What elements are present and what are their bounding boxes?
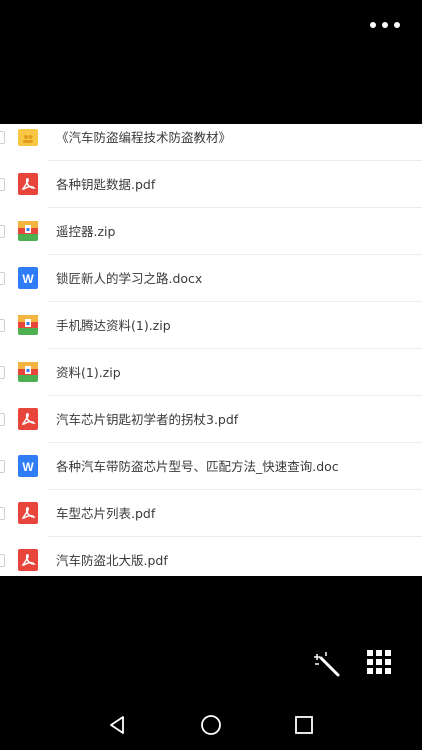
file-row[interactable]: W 各种汽车带防盗芯片型号、匹配方法_快速查询.doc	[0, 443, 422, 490]
selection-checkbox[interactable]	[0, 413, 5, 426]
folder-icon	[17, 126, 39, 148]
selection-checkbox[interactable]	[0, 460, 5, 473]
file-name: 锁匠新人的学习之路.docx	[56, 271, 203, 286]
file-row[interactable]: 车型芯片列表.pdf	[0, 490, 422, 537]
more-dots-icon	[370, 22, 376, 28]
svg-text:W: W	[22, 272, 34, 286]
selection-checkbox[interactable]	[0, 178, 5, 191]
file-name: 《汽车防盗编程技术防盗教材》	[56, 130, 232, 145]
system-nav-bar	[0, 700, 422, 750]
recent-apps-icon	[295, 716, 313, 734]
file-list: 《汽车防盗编程技术防盗教材》 各种钥匙数据.pdf 遥控器.zip W 锁匠新人…	[0, 124, 422, 576]
magic-wand-icon	[314, 652, 340, 677]
file-row[interactable]: 手机腾达资料(1).zip	[0, 302, 422, 349]
home-icon	[201, 715, 221, 735]
file-row[interactable]: 各种钥匙数据.pdf	[0, 161, 422, 208]
selection-checkbox[interactable]	[0, 507, 5, 520]
pdf-icon	[17, 173, 39, 195]
file-row[interactable]: 资料(1).zip	[0, 349, 422, 396]
zip-icon	[17, 361, 39, 383]
file-row[interactable]: 汽车芯片钥匙初学者的拐杖3.pdf	[0, 396, 422, 443]
file-row[interactable]: W 锁匠新人的学习之路.docx	[0, 255, 422, 302]
selection-checkbox[interactable]	[0, 131, 5, 144]
zip-icon	[17, 314, 39, 336]
file-name: 遥控器.zip	[56, 224, 116, 239]
file-name: 汽车芯片钥匙初学者的拐杖3.pdf	[56, 412, 239, 427]
magic-wand-button[interactable]	[313, 650, 341, 678]
recent-apps-button[interactable]	[294, 715, 314, 735]
file-name: 车型芯片列表.pdf	[56, 506, 156, 521]
grid-menu-icon	[367, 650, 373, 656]
file-name: 手机腾达资料(1).zip	[56, 318, 171, 333]
back-button[interactable]	[106, 714, 128, 736]
pdf-icon	[17, 502, 39, 524]
file-name: 汽车防盗北大版.pdf	[56, 553, 168, 568]
file-row[interactable]: 汽车防盗北大版.pdf	[0, 537, 422, 576]
selection-checkbox[interactable]	[0, 225, 5, 238]
svg-text:W: W	[22, 460, 34, 474]
file-name: 各种钥匙数据.pdf	[56, 177, 156, 192]
file-name: 资料(1).zip	[56, 365, 121, 380]
file-row[interactable]: 遥控器.zip	[0, 208, 422, 255]
file-row[interactable]: 《汽车防盗编程技术防盗教材》	[0, 124, 422, 161]
selection-checkbox[interactable]	[0, 554, 5, 567]
pdf-icon	[17, 408, 39, 430]
selection-checkbox[interactable]	[0, 272, 5, 285]
word-doc-icon: W	[17, 455, 39, 477]
pdf-icon	[17, 549, 39, 571]
more-options-button[interactable]	[370, 14, 400, 36]
selection-checkbox[interactable]	[0, 319, 5, 332]
file-name: 各种汽车带防盗芯片型号、匹配方法_快速查询.doc	[56, 459, 339, 474]
home-button[interactable]	[200, 714, 222, 736]
zip-icon	[17, 220, 39, 242]
word-doc-icon: W	[17, 267, 39, 289]
grid-menu-button[interactable]	[367, 650, 391, 674]
back-icon	[110, 716, 124, 734]
selection-checkbox[interactable]	[0, 366, 5, 379]
